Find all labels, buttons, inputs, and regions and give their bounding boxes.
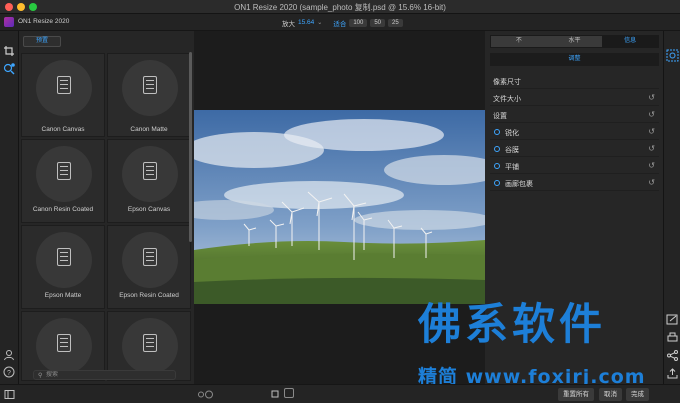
enable-radio[interactable] [494, 129, 500, 135]
tab-none[interactable]: 不 [491, 36, 547, 47]
preset-thumbnail [122, 60, 178, 116]
section-label: 平铺 [505, 164, 519, 171]
preset-label: Epson Matte [44, 292, 82, 299]
preset-thumbnail [36, 146, 92, 202]
section-sharpening[interactable]: 锐化 ↺ [490, 124, 659, 140]
right-icon-strip [663, 31, 680, 403]
presets-scrollbar[interactable] [189, 52, 192, 242]
preset-thumbnail [122, 318, 178, 374]
crop-icon[interactable] [3, 45, 15, 57]
preset-thumbnail [122, 146, 178, 202]
compare-icon[interactable] [284, 388, 294, 398]
preset-item[interactable]: Epson Resin Coated [107, 225, 191, 309]
user-icon[interactable] [3, 349, 15, 361]
preset-doc-icon [57, 76, 71, 94]
section-label: 谷膜 [505, 147, 519, 154]
preset-item[interactable]: Epson Matte [21, 225, 105, 309]
zoom-label: 放大 [282, 20, 295, 28]
done-button[interactable]: 完成 [626, 388, 649, 401]
preset-doc-icon [57, 334, 71, 352]
section-film-grain[interactable]: 谷膜 ↺ [490, 141, 659, 157]
section-label: 锐化 [505, 130, 519, 137]
reset-icon[interactable]: ↺ [648, 178, 655, 187]
preset-doc-icon [143, 334, 157, 352]
print-icon[interactable] [666, 331, 679, 344]
presets-tab[interactable]: 预置 [23, 36, 61, 47]
bottom-bar: 重置所有 取消 完成 [0, 384, 680, 403]
zoom-controls: 放大 15.64 ⌄ 适合 100 50 25 [282, 17, 403, 28]
enable-radio[interactable] [494, 146, 500, 152]
fit-button[interactable]: 适合 [333, 18, 346, 28]
search-icon: ⚲ [38, 373, 43, 379]
preset-doc-icon [57, 162, 71, 180]
section-gallery-wrap[interactable]: 画廊包裹 ↺ [490, 175, 659, 191]
tab-info[interactable]: 信息 [602, 36, 659, 47]
zoom-100-button[interactable]: 100 [349, 18, 368, 27]
view-segmented-control: 不 水平 信息 [490, 35, 659, 48]
title-bar: ON1 Resize 2020 (sample_photo 复制.psd @ 1… [0, 0, 680, 14]
section-label: 画廊包裹 [505, 181, 533, 188]
left-tool-strip: ? [0, 31, 19, 403]
sidebar-toggle-icon[interactable] [4, 389, 15, 400]
preset-item[interactable]: Epson Canvas [107, 139, 191, 223]
section-file-size[interactable]: 文件大小 ↺ [490, 90, 659, 106]
enable-radio[interactable] [494, 180, 500, 186]
reset-all-button[interactable]: 重置所有 [558, 388, 594, 401]
adjust-tab[interactable]: 调整 [490, 53, 659, 66]
preset-thumbnail [36, 232, 92, 288]
section-label: 设置 [493, 113, 507, 120]
app-toolbar: ON1 Resize 2020 放大 15.64 ⌄ 适合 100 50 25 [0, 14, 680, 31]
zoom-tool-icon[interactable] [3, 63, 15, 75]
reset-icon[interactable]: ↺ [648, 161, 655, 170]
preset-doc-icon [57, 248, 71, 266]
preset-label: Epson Canvas [127, 206, 171, 213]
preset-label: Canon Canvas [41, 126, 85, 133]
preset-doc-icon [143, 248, 157, 266]
preset-thumbnail [122, 232, 178, 288]
zoom-25-button[interactable]: 25 [388, 18, 403, 27]
section-label: 像素尺寸 [493, 79, 521, 86]
preset-thumbnail [36, 60, 92, 116]
preset-item[interactable]: Canon Resin Coated [21, 139, 105, 223]
help-icon[interactable]: ? [3, 366, 15, 378]
resize-module-icon[interactable] [666, 49, 679, 62]
window-title: ON1 Resize 2020 (sample_photo 复制.psd @ 1… [234, 3, 446, 12]
zoom-value[interactable]: 15.64 [298, 19, 314, 26]
reset-icon[interactable]: ↺ [648, 127, 655, 136]
preset-search[interactable]: ⚲ [33, 370, 176, 380]
watermark-title: 佛系软件 [418, 300, 606, 350]
preset-label: Epson Resin Coated [119, 292, 179, 299]
preset-label: Canon Resin Coated [32, 206, 94, 213]
search-input[interactable] [46, 371, 171, 379]
preset-item[interactable] [107, 53, 191, 137]
presets-panel: 预置 ⋮ Canon Resin Coated Epson Canvas [19, 31, 194, 384]
section-tiling[interactable]: 平铺 ↺ [490, 158, 659, 174]
preset-item[interactable] [21, 53, 105, 137]
zoom-50-button[interactable]: 50 [370, 18, 386, 27]
reset-icon[interactable]: ↺ [648, 93, 655, 102]
upload-icon[interactable] [666, 367, 679, 380]
chevron-down-icon[interactable]: ⌄ [317, 19, 322, 26]
preset-doc-icon [143, 162, 157, 180]
preset-label: Canon Matte [130, 126, 168, 133]
reset-icon[interactable]: ↺ [648, 144, 655, 153]
preset-doc-icon [143, 76, 157, 94]
tab-horizontal[interactable]: 水平 [546, 36, 603, 47]
enable-radio[interactable] [494, 163, 500, 169]
preview-size-slider[interactable] [197, 390, 287, 399]
cancel-button[interactable]: 取消 [599, 388, 622, 401]
app-name: ON1 Resize 2020 [18, 18, 70, 25]
reset-icon[interactable]: ↺ [648, 110, 655, 119]
preset-thumbnail [36, 318, 92, 374]
svg-text:?: ? [7, 370, 11, 377]
photo-preview [194, 110, 485, 304]
share-icon[interactable] [666, 349, 679, 362]
section-settings[interactable]: 设置 ↺ [490, 107, 659, 123]
section-pixel-dimensions[interactable]: 像素尺寸 [490, 73, 659, 89]
section-label: 文件大小 [493, 96, 521, 103]
app-logo-icon [4, 17, 14, 27]
export-icon[interactable] [666, 313, 679, 326]
